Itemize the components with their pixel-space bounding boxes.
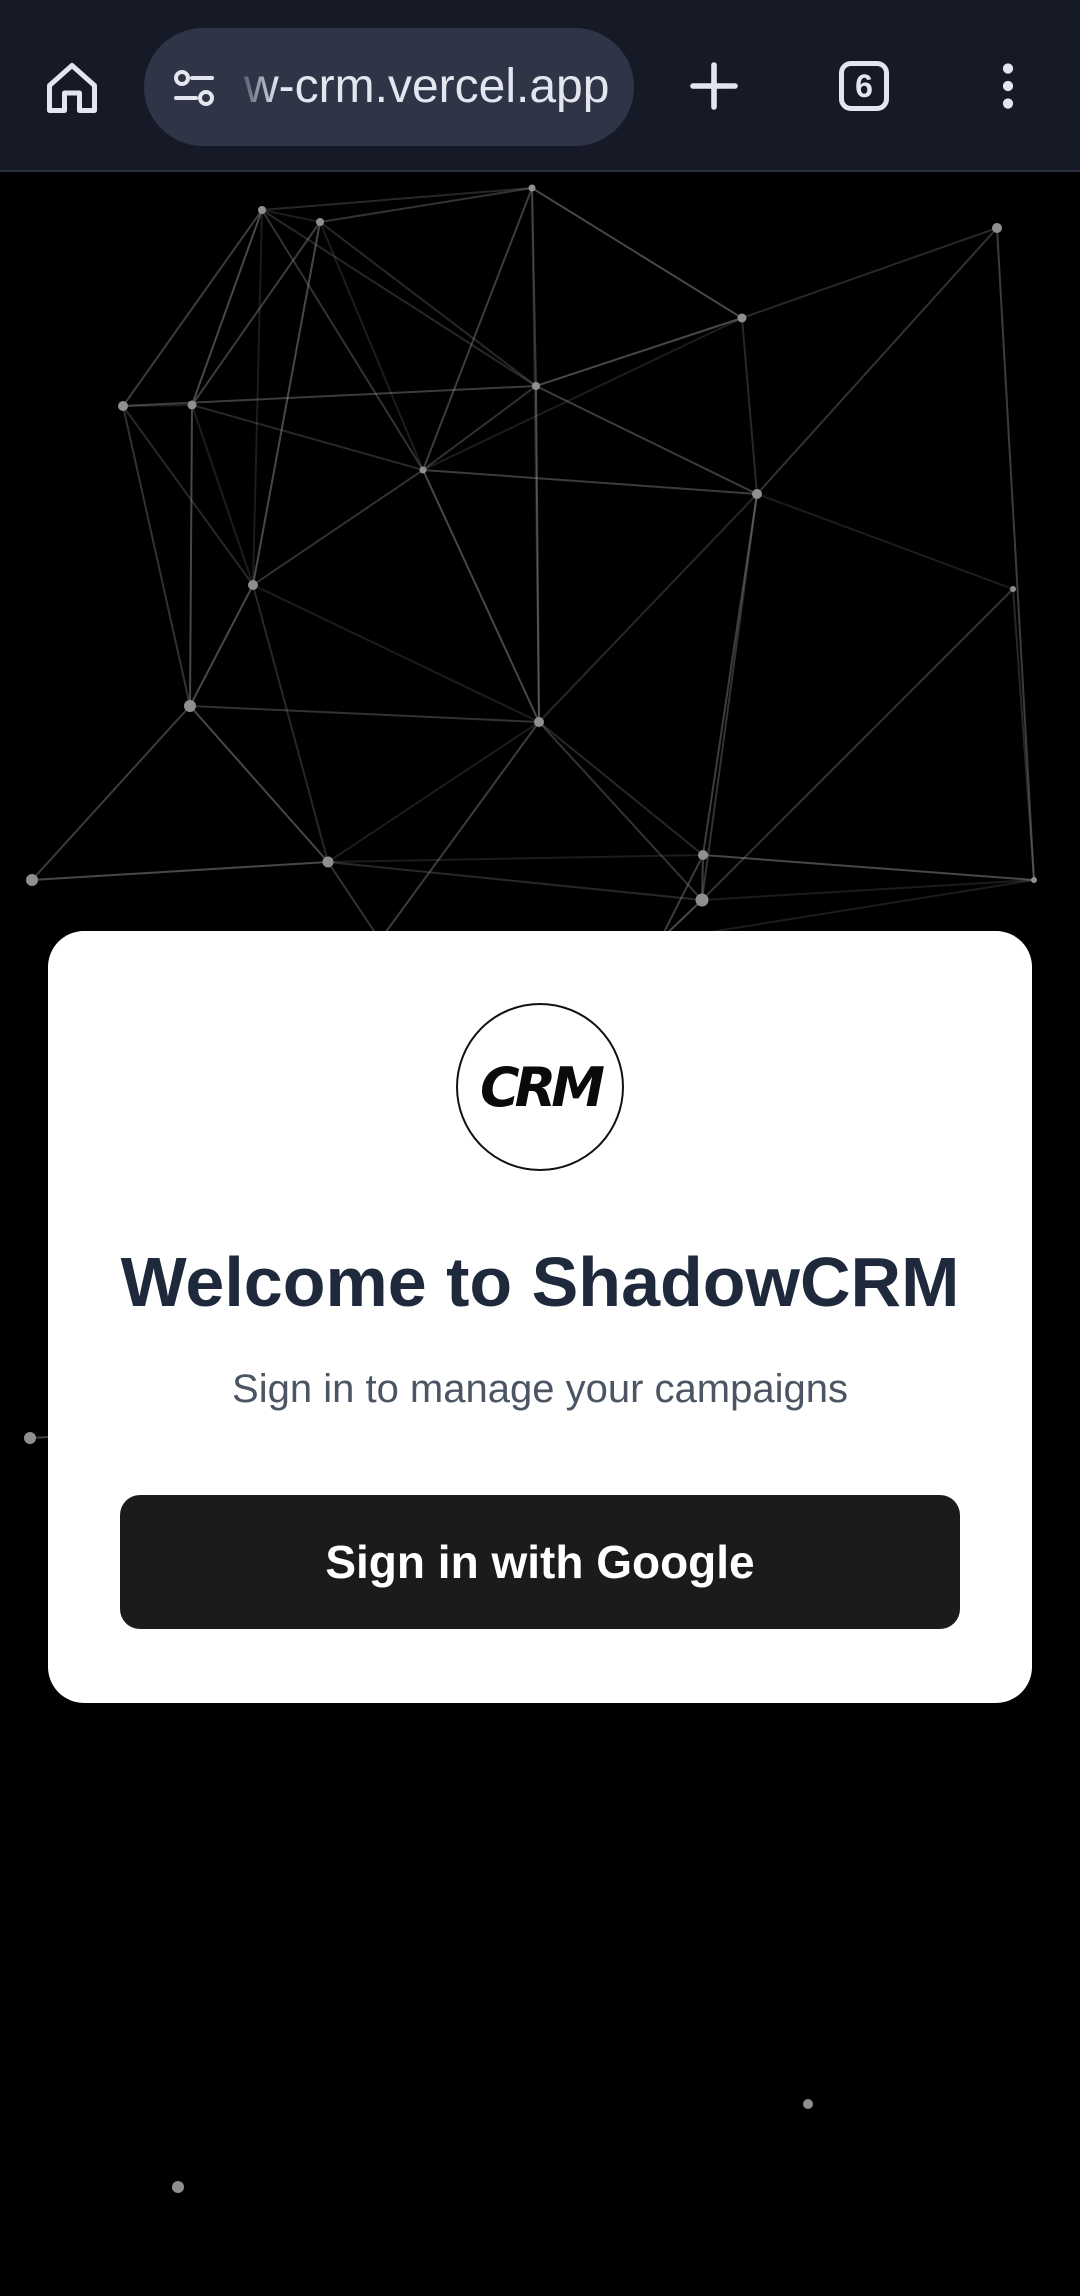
network-line [191, 404, 254, 586]
network-line [122, 209, 263, 407]
page-title: Welcome to ShadowCRM [120, 1243, 960, 1321]
network-node [322, 856, 334, 868]
network-line [741, 317, 758, 495]
tab-switcher-icon: 6 [839, 61, 889, 111]
network-line [327, 721, 540, 863]
network-line [327, 861, 381, 941]
network-line [422, 469, 758, 495]
site-settings-icon [174, 70, 214, 106]
home-button[interactable] [30, 46, 114, 130]
network-line [996, 227, 1035, 881]
network-line [319, 187, 533, 223]
network-line [327, 854, 704, 863]
network-node [752, 489, 762, 499]
network-line [538, 721, 704, 856]
network-node [172, 2181, 184, 2193]
network-line [122, 385, 537, 407]
network-line [261, 187, 533, 211]
network-node [118, 401, 128, 411]
url-text[interactable]: w-crm.vercel.app [244, 28, 609, 146]
network-line [261, 209, 537, 387]
network-line [741, 227, 998, 319]
browser-menu-button[interactable] [966, 44, 1050, 128]
network-line [252, 221, 321, 586]
network-line [701, 588, 1014, 901]
network-line [252, 584, 540, 723]
network-node [1031, 877, 1037, 883]
network-line [327, 861, 703, 901]
network-node [316, 218, 324, 226]
network-line [756, 493, 1014, 590]
network-line [1012, 588, 1035, 881]
network-node [534, 717, 544, 727]
site-settings-button[interactable] [164, 58, 224, 118]
network-line [535, 385, 758, 495]
new-tab-button[interactable] [672, 44, 756, 128]
network-node [1010, 586, 1016, 592]
more-vert-icon [1002, 63, 1014, 109]
browser-toolbar: w-crm.vercel.app 6 [0, 0, 1080, 172]
network-node [695, 893, 709, 907]
home-icon [47, 63, 97, 113]
network-node [184, 700, 196, 712]
crm-logo: CRM [456, 1003, 624, 1171]
network-line [252, 469, 424, 586]
network-line [189, 404, 193, 707]
network-line [319, 221, 424, 471]
network-line [531, 187, 743, 319]
network-node [737, 313, 747, 323]
network-node [187, 400, 197, 410]
tab-count: 6 [855, 67, 873, 104]
logo-text: CRM [480, 1055, 605, 1119]
network-line [252, 209, 263, 586]
network-node [24, 1432, 36, 1444]
network-node [698, 850, 708, 860]
page-subtitle: Sign in to manage your campaigns [232, 1367, 848, 1411]
network-line [701, 879, 1035, 901]
network-line [701, 854, 704, 901]
network-line [538, 493, 758, 723]
network-node [419, 466, 427, 474]
network-line [535, 317, 743, 387]
address-bar[interactable]: w-crm.vercel.app [144, 28, 634, 146]
network-line [319, 221, 537, 387]
tab-switcher-button[interactable]: 6 [822, 44, 906, 128]
network-node [258, 206, 266, 214]
network-line [422, 317, 743, 471]
network-node [992, 223, 1002, 233]
network-line [756, 227, 998, 495]
network-line [538, 721, 703, 901]
network-line [31, 861, 329, 881]
network-line [31, 705, 191, 881]
network-node [26, 874, 38, 886]
google-signin-button[interactable]: Sign in with Google [120, 1495, 960, 1629]
network-line [189, 584, 254, 707]
network-node [248, 580, 258, 590]
plus-icon [690, 62, 738, 110]
login-card: CRM Welcome to ShadowCRM Sign in to mana… [48, 931, 1032, 1703]
network-node [528, 184, 536, 192]
network-line [379, 721, 540, 941]
network-line [191, 221, 321, 406]
network-node [803, 2099, 813, 2109]
network-line [702, 854, 1035, 881]
network-line [189, 705, 540, 723]
network-line [422, 469, 540, 723]
network-line [422, 187, 533, 471]
network-node [532, 382, 540, 390]
network-line [191, 209, 263, 406]
network-line [702, 493, 758, 856]
